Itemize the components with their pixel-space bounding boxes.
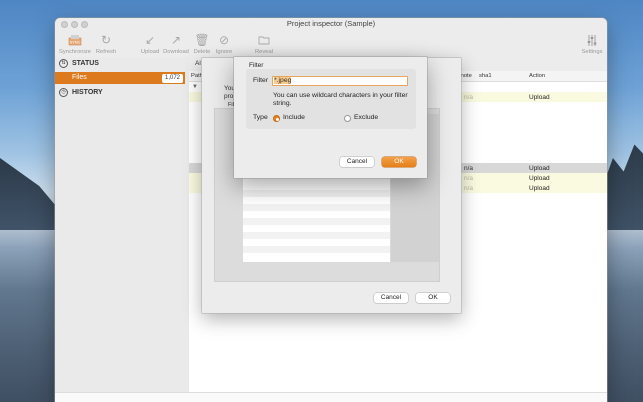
ignore-button[interactable]: ⊘ Ignore [213, 33, 235, 56]
row-action: Upload [529, 174, 550, 182]
filter-dialog: Filter Filter *.jpeg You can use wildcar… [234, 57, 427, 178]
folder-icon [253, 34, 275, 47]
dialog-title: Filter [249, 62, 264, 69]
filter-input-value: *.jpeg [274, 77, 292, 84]
row-sha1: n/a [464, 184, 474, 192]
sheet-cancel-button[interactable]: Cancel [374, 293, 408, 303]
svg-text:SYNC: SYNC [69, 40, 80, 45]
dialog-ok-button[interactable]: OK [382, 157, 416, 167]
status-label: STATUS [72, 60, 99, 67]
settings-sliders-icon [579, 34, 605, 47]
row-sha1: n/a [464, 174, 474, 182]
row-action: Upload [529, 164, 550, 172]
column-sha1[interactable]: sha1 [479, 73, 492, 79]
row-action: Upload [529, 184, 550, 192]
download-button[interactable]: ↗ Download [162, 33, 190, 56]
sidebar-status-header[interactable]: ⇅ STATUS [59, 58, 99, 70]
row-sha1: n/a [464, 93, 474, 101]
sheet-ok-button[interactable]: OK [416, 293, 450, 303]
synchronize-icon: SYNC [58, 34, 92, 47]
delete-button[interactable]: 🗑 Delete [191, 33, 213, 56]
synchronize-button[interactable]: SYNC Synchronize [58, 34, 92, 55]
synchronize-label: Synchronize [59, 49, 91, 55]
refresh-icon: ↻ [100, 33, 112, 47]
clock-icon: ◷ [59, 87, 68, 97]
refresh-button[interactable]: ↻ Refresh [93, 33, 119, 56]
column-action[interactable]: Action [529, 73, 545, 79]
exclude-label[interactable]: Exclude [354, 114, 378, 121]
sidebar-history-header[interactable]: ◷ HISTORY [59, 87, 103, 99]
files-count-badge: 1,072 [161, 73, 183, 83]
filter-input[interactable]: *.jpeg [272, 76, 408, 86]
type-label: Type [253, 114, 268, 121]
upload-label: Upload [140, 49, 160, 55]
history-label: HISTORY [72, 89, 103, 96]
window-title: Project inspector (Sample) [286, 19, 376, 28]
exclude-radio[interactable] [344, 114, 351, 122]
reveal-button[interactable]: Reveal [253, 34, 275, 55]
reveal-label: Reveal [254, 49, 274, 55]
delete-label: Delete [193, 49, 211, 55]
filter-label: Filter [253, 77, 269, 84]
disclosure-triangle-icon[interactable]: ▼ [192, 84, 198, 90]
row-sha1: n/a [464, 164, 474, 172]
download-label: Download [163, 49, 189, 55]
row-action: Upload [529, 93, 550, 101]
download-icon: ↗ [170, 33, 182, 47]
settings-label: Settings [581, 49, 603, 55]
sidebar-item-files[interactable]: Files 1,072 [55, 72, 185, 84]
trash-icon: 🗑 [194, 33, 210, 47]
ignore-icon: ⊘ [218, 33, 230, 47]
upload-button[interactable]: ↙ Upload [138, 33, 162, 56]
ignore-label: Ignore [215, 49, 233, 55]
horizontal-scrollbar[interactable] [55, 392, 607, 402]
files-label: Files [72, 74, 87, 81]
filter-popup[interactable]: Al [195, 60, 201, 67]
settings-button[interactable]: Settings [579, 34, 605, 55]
mountain-left [0, 158, 56, 230]
refresh-label: Refresh [95, 49, 117, 55]
filter-options-group: Filter *.jpeg You can use wildcard chara… [246, 69, 416, 129]
include-label[interactable]: Include [283, 114, 305, 121]
dialog-cancel-button[interactable]: Cancel [340, 157, 374, 167]
upload-icon: ↙ [144, 33, 156, 47]
title-bar: Project inspector (Sample) [55, 18, 607, 30]
status-icon: ⇅ [59, 58, 68, 68]
wildcard-hint: You can use wildcard characters in your … [273, 92, 408, 107]
include-radio[interactable] [273, 114, 280, 122]
sidebar: ⇅ STATUS Files 1,072 ◷ HISTORY [55, 57, 190, 402]
